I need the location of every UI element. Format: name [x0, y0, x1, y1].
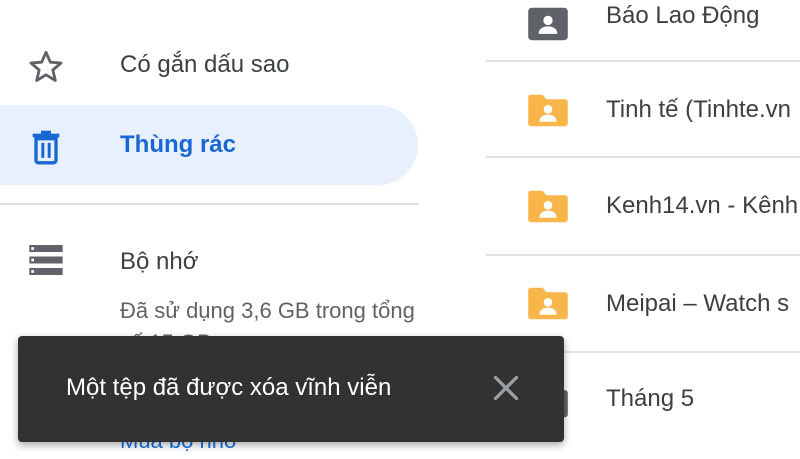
shared-folder-icon: [528, 94, 568, 127]
divider: [0, 203, 418, 205]
file-name: Meipai – Watch s: [606, 290, 790, 317]
close-icon[interactable]: [488, 370, 524, 406]
file-name: Tinh tế (Tinhte.vn: [606, 96, 791, 123]
snackbar: Một tệp đã được xóa vĩnh viễn: [18, 336, 564, 442]
star-icon: [29, 50, 63, 82]
sidebar-item-starred[interactable]: Có gắn dấu sao: [0, 25, 418, 105]
snackbar-message: Một tệp đã được xóa vĩnh viễn: [66, 374, 392, 401]
sidebar-item-trash[interactable]: Thùng rác: [0, 105, 418, 185]
trash-icon: [32, 130, 60, 165]
shared-folder-icon: [528, 7, 568, 41]
file-row[interactable]: Kenh14.vn - Kênh: [486, 160, 800, 256]
file-row[interactable]: Tinh tế (Tinhte.vn: [486, 62, 800, 158]
sidebar-item-label: Thùng rác: [120, 131, 237, 158]
storage-title: Bộ nhớ: [120, 248, 199, 275]
file-row[interactable]: Báo Lao Động: [486, 0, 800, 62]
file-name: Tháng 5: [606, 385, 695, 412]
file-name: Báo Lao Động: [606, 2, 760, 29]
file-name: Kenh14.vn - Kênh: [606, 192, 799, 219]
storage-icon: [29, 245, 63, 275]
shared-folder-icon: [528, 287, 568, 320]
sidebar-item-label: Có gắn dấu sao: [120, 51, 290, 78]
partial-icon: [28, 0, 64, 4]
shared-folder-icon: [528, 190, 568, 223]
